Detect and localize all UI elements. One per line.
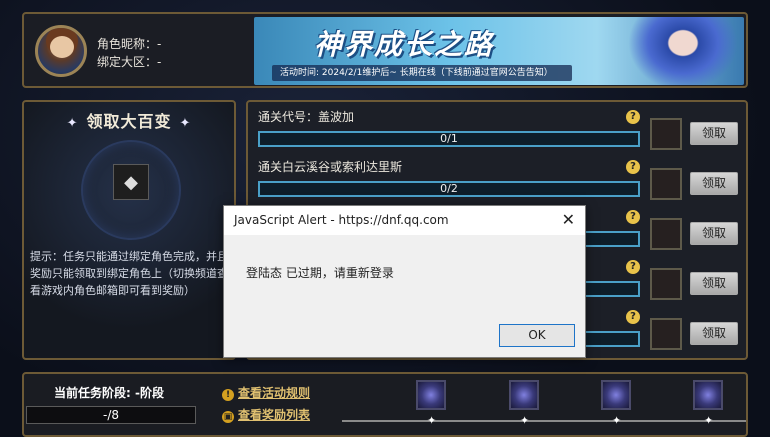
- banner-title: 神界成长之路: [314, 28, 495, 61]
- claim-button[interactable]: 领取: [690, 222, 738, 245]
- cube-icon[interactable]: [650, 318, 682, 350]
- stage-panel: 当前任务阶段: -阶段 -/8 ! 查看活动规则 ▣ 查看奖励列表 ✦ ✦ ✦ ✦: [22, 372, 748, 437]
- reward-title-text: 领取大百变: [86, 112, 172, 131]
- reward-title: ✦ 领取大百变 ✦: [24, 108, 234, 132]
- task-progress: 0/2: [258, 181, 640, 197]
- alert-dialog: JavaScript Alert - https://dnf.qq.com ✕ …: [223, 205, 586, 358]
- task-name: 通关白云溪谷或索利达里斯: [258, 160, 403, 174]
- rules-link-text: 查看活动规则: [238, 386, 311, 400]
- banner-character-illustration: [628, 17, 738, 85]
- star-icon: ✦: [179, 116, 192, 131]
- spark-icon: ✦: [612, 414, 622, 427]
- task-name: 通关代号：盖波加: [258, 110, 355, 124]
- ok-button[interactable]: OK: [499, 324, 575, 347]
- task-row: 通关代号：盖波加 ? 0/1 领取: [258, 104, 742, 152]
- stage-reward-cube-icon[interactable]: [601, 380, 631, 410]
- event-banner: 神界成长之路 活动时间: 2024/2/1维护后~ 长期在线（下线前通过官网公告…: [254, 17, 744, 85]
- profile-header: 角色昵称：- 绑定大区：- 神界成长之路 活动时间: 2024/2/1维护后~ …: [22, 12, 748, 88]
- stage-value: -/8: [26, 406, 196, 424]
- server-label: 绑定大区：-: [97, 55, 162, 69]
- spark-icon: ✦: [704, 414, 714, 427]
- spark-icon: ✦: [520, 414, 530, 427]
- help-icon[interactable]: ?: [626, 260, 640, 274]
- claim-button[interactable]: 领取: [690, 272, 738, 295]
- claim-button[interactable]: 领取: [690, 122, 738, 145]
- star-icon: ✦: [66, 116, 79, 131]
- rules-link[interactable]: ! 查看活动规则: [222, 384, 310, 401]
- claim-button[interactable]: 领取: [690, 322, 738, 345]
- rewards-link[interactable]: ▣ 查看奖励列表: [222, 406, 310, 423]
- stage-reward-cube-icon[interactable]: [509, 380, 539, 410]
- avatar: [35, 25, 87, 77]
- help-icon[interactable]: ?: [626, 160, 640, 174]
- dialog-title: JavaScript Alert - https://dnf.qq.com: [224, 206, 585, 235]
- cube-icon[interactable]: [650, 268, 682, 300]
- page: 角色昵称：- 绑定大区：- 神界成长之路 活动时间: 2024/2/1维护后~ …: [0, 0, 770, 437]
- rewards-link-text: 查看奖励列表: [238, 408, 311, 422]
- spark-icon: ✦: [427, 414, 437, 427]
- help-icon[interactable]: ?: [626, 210, 640, 224]
- help-icon[interactable]: ?: [626, 110, 640, 124]
- stage-reward-cube-icon[interactable]: [416, 380, 446, 410]
- gift-icon: ▣: [222, 411, 234, 423]
- stage-track: [342, 420, 746, 422]
- task-row: 通关白云溪谷或索利达里斯 ? 0/2 领取: [258, 154, 742, 202]
- banner-time: 活动时间: 2024/2/1维护后~ 长期在线（下线前通过官网公告告知）: [272, 65, 572, 81]
- task-progress: 0/1: [258, 131, 640, 147]
- stage-label: 当前任务阶段: -阶段: [54, 386, 164, 400]
- reward-panel: ✦ 领取大百变 ✦ ◆ 提示：任务只能通过绑定角色完成，并且奖励只能领取到绑定角色上…: [22, 100, 236, 360]
- help-icon[interactable]: ?: [626, 310, 640, 324]
- reward-item-icon[interactable]: ◆: [113, 164, 149, 200]
- tip-text: 提示：任务只能通过绑定角色完成，并且奖励只能领取到绑定角色上（切换频道查看游戏内…: [30, 250, 228, 297]
- exclamation-icon: !: [222, 389, 234, 401]
- stage-reward-cube-icon[interactable]: [693, 380, 723, 410]
- dialog-message: 登陆态 已过期，请重新登录: [246, 266, 394, 280]
- close-icon[interactable]: ✕: [562, 210, 575, 229]
- cube-icon[interactable]: [650, 168, 682, 200]
- nickname-label: 角色昵称：-: [97, 37, 162, 51]
- chest-icon[interactable]: [650, 118, 682, 150]
- cube-icon[interactable]: [650, 218, 682, 250]
- claim-button[interactable]: 领取: [690, 172, 738, 195]
